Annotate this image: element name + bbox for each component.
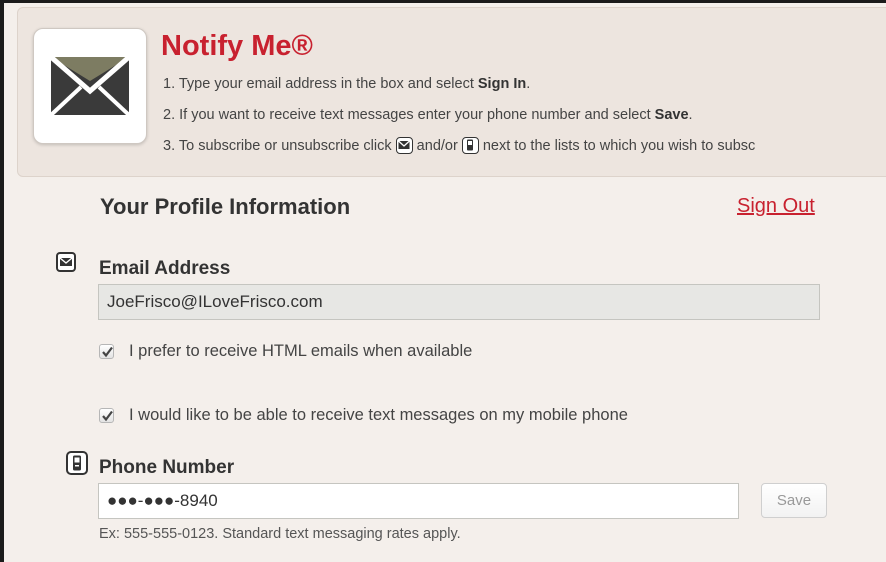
text-message-preference[interactable]: I would like to be able to receive text … <box>99 406 628 425</box>
phone-number-label: Phone Number <box>99 457 235 478</box>
html-email-checkbox[interactable] <box>99 344 114 359</box>
step-3-suffix: next to the lists to which you wish to s… <box>478 138 756 154</box>
step-2-suffix: . <box>688 107 693 123</box>
page: Notify Me® 1. Type your email address in… <box>4 3 886 562</box>
mobile-phone-icon <box>461 137 479 154</box>
step-1-text: 1. Type your email address in the box an… <box>163 76 478 92</box>
instruction-step-2: 2. If you want to receive text messages … <box>163 105 755 136</box>
step-3-middle: and/or <box>412 138 462 154</box>
instruction-steps: 1. Type your email address in the box an… <box>163 74 755 167</box>
email-address-label: Email Address <box>99 258 231 279</box>
step-2-bold: Save <box>654 107 689 123</box>
instruction-step-1: 1. Type your email address in the box an… <box>163 74 755 105</box>
html-email-label: I prefer to receive HTML emails when ava… <box>129 342 473 360</box>
instruction-step-3: 3. To subscribe or unsubscribe click and… <box>163 136 755 167</box>
checkmark-icon <box>102 346 113 358</box>
step-1-suffix: . <box>526 76 531 92</box>
profile-section-title: Your Profile Information <box>100 194 351 219</box>
notify-me-logo <box>33 28 147 144</box>
envelope-icon <box>51 57 129 115</box>
save-button[interactable]: Save <box>761 483 827 518</box>
envelope-icon[interactable] <box>56 252 76 272</box>
checkmark-icon <box>102 410 113 422</box>
phone-number-field[interactable] <box>98 483 739 519</box>
text-message-label: I would like to be able to receive text … <box>129 406 628 424</box>
instructions-banner: Notify Me® 1. Type your email address in… <box>17 7 886 177</box>
step-3-text: 3. To subscribe or unsubscribe click <box>163 138 396 154</box>
email-field[interactable] <box>98 284 820 320</box>
mobile-phone-icon[interactable] <box>66 451 88 475</box>
step-2-text: 2. If you want to receive text messages … <box>163 107 655 123</box>
sign-out-link[interactable]: Sign Out <box>737 195 815 218</box>
phone-hint: Ex: 555-555-0123. Standard text messagin… <box>99 526 461 542</box>
html-email-preference[interactable]: I prefer to receive HTML emails when ava… <box>99 342 472 361</box>
envelope-icon <box>395 137 413 154</box>
page-title: Notify Me® <box>161 30 313 62</box>
text-message-checkbox[interactable] <box>99 408 114 423</box>
step-1-bold: Sign In <box>477 76 527 92</box>
